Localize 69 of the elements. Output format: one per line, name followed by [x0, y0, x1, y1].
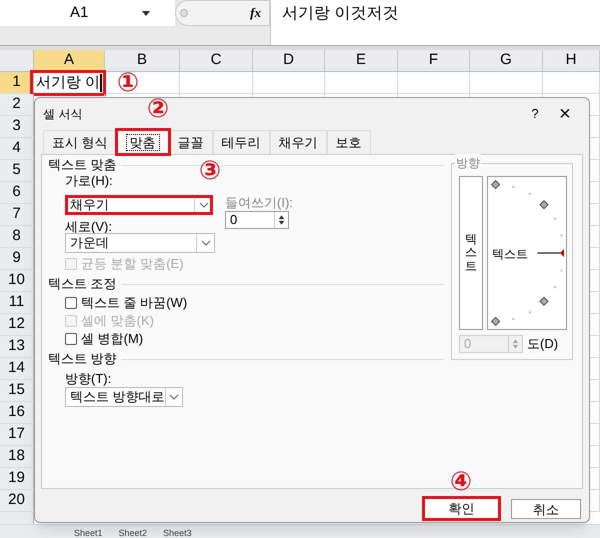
dialog-title: 셀 서식	[43, 106, 82, 123]
dropdown[interactable]: 채우기	[65, 195, 213, 215]
caret-icon	[168, 394, 179, 400]
checkbox-label: 텍스트 줄 바꿈(W)	[81, 294, 188, 312]
field-label: 가로(H):	[65, 173, 113, 190]
row-header[interactable]: 9	[0, 248, 34, 269]
section-heading: 텍스트 맞춤	[48, 157, 117, 173]
field-label: 도(D)	[527, 335, 558, 353]
row-header[interactable]: 17	[0, 424, 34, 445]
field-label: 방향(T):	[65, 370, 112, 387]
caret-icon	[198, 202, 208, 208]
row-header[interactable]: 20	[0, 490, 34, 511]
row-header[interactable]: 1	[0, 72, 34, 93]
section-heading: 텍스트 조정	[48, 276, 117, 292]
sheet-tab[interactable]: Sheet1	[70, 529, 107, 538]
row-header[interactable]: 5	[0, 160, 34, 181]
tab[interactable]: 테두리	[212, 130, 270, 154]
cancel-button[interactable]: 취소	[511, 499, 581, 519]
row-header[interactable]: 8	[0, 226, 34, 247]
step-number: ①	[117, 70, 140, 96]
step-number: ④	[450, 469, 472, 495]
row-header[interactable]	[0, 512, 34, 524]
grip-icon	[180, 9, 188, 17]
vertical-text-button[interactable]: 텍스트	[459, 176, 483, 330]
row-header[interactable]: 14	[0, 358, 34, 379]
tab[interactable]: 채우기	[270, 130, 327, 154]
column-header[interactable]: A	[34, 50, 105, 71]
function-button[interactable]: fx	[250, 3, 261, 23]
row-header[interactable]: 2	[0, 94, 34, 115]
row-header[interactable]: 11	[0, 292, 34, 313]
orientation-dial-drawing[interactable]	[488, 177, 564, 329]
row-header[interactable]: 4	[0, 138, 34, 159]
checkbox-label: 셀에 맞춤(K)	[81, 312, 154, 330]
dropdown[interactable]: 가운데	[65, 233, 215, 253]
checkbox-label: 균등 분할 맞춤(E)	[81, 255, 184, 274]
dropdown[interactable]: 텍스트 방향대로	[65, 387, 183, 407]
tab[interactable]: 표시 형식	[43, 130, 117, 154]
row-header[interactable]: 18	[0, 446, 34, 467]
row-header[interactable]: 12	[0, 314, 34, 335]
row-header[interactable]: 15	[0, 380, 34, 401]
row-header[interactable]: 6	[0, 182, 34, 203]
row-header[interactable]: 7	[0, 204, 34, 225]
step-number: ②	[147, 96, 170, 122]
ok-button[interactable]: 확인	[422, 496, 501, 521]
tab[interactable]: 글꼴	[168, 130, 213, 154]
row-header[interactable]: 19	[0, 468, 34, 489]
row-header[interactable]: 3	[0, 116, 34, 137]
field-label: 세로(V):	[65, 218, 112, 233]
tab[interactable]: 맞춤	[116, 130, 169, 154]
checkbox[interactable]	[65, 333, 77, 345]
orientation-text: 텍스트	[492, 246, 528, 263]
group-heading: 방향	[455, 154, 481, 172]
row-header[interactable]: 10	[0, 270, 34, 291]
name-box[interactable]: A1	[0, 0, 175, 26]
help-button[interactable]: ?	[525, 104, 545, 124]
caret-icon	[142, 10, 150, 16]
sheet-tab[interactable]: Sheet3	[159, 529, 196, 538]
spin-field[interactable]: 0	[225, 211, 289, 229]
row-header[interactable]: 13	[0, 336, 34, 357]
tab[interactable]: 보호	[326, 130, 371, 154]
section-heading: 텍스트 방향	[48, 351, 117, 367]
caret-icon	[200, 240, 210, 246]
checkbox-label: 셀 병합(M)	[81, 330, 144, 348]
step-number: ③	[199, 158, 222, 184]
row-header[interactable]: 16	[0, 402, 34, 423]
close-button[interactable]: ×	[553, 104, 577, 124]
checkbox[interactable]	[65, 297, 77, 309]
sheet-tab[interactable]: Sheet2	[114, 529, 152, 538]
field-label: 들여쓰기(I):	[225, 194, 293, 211]
